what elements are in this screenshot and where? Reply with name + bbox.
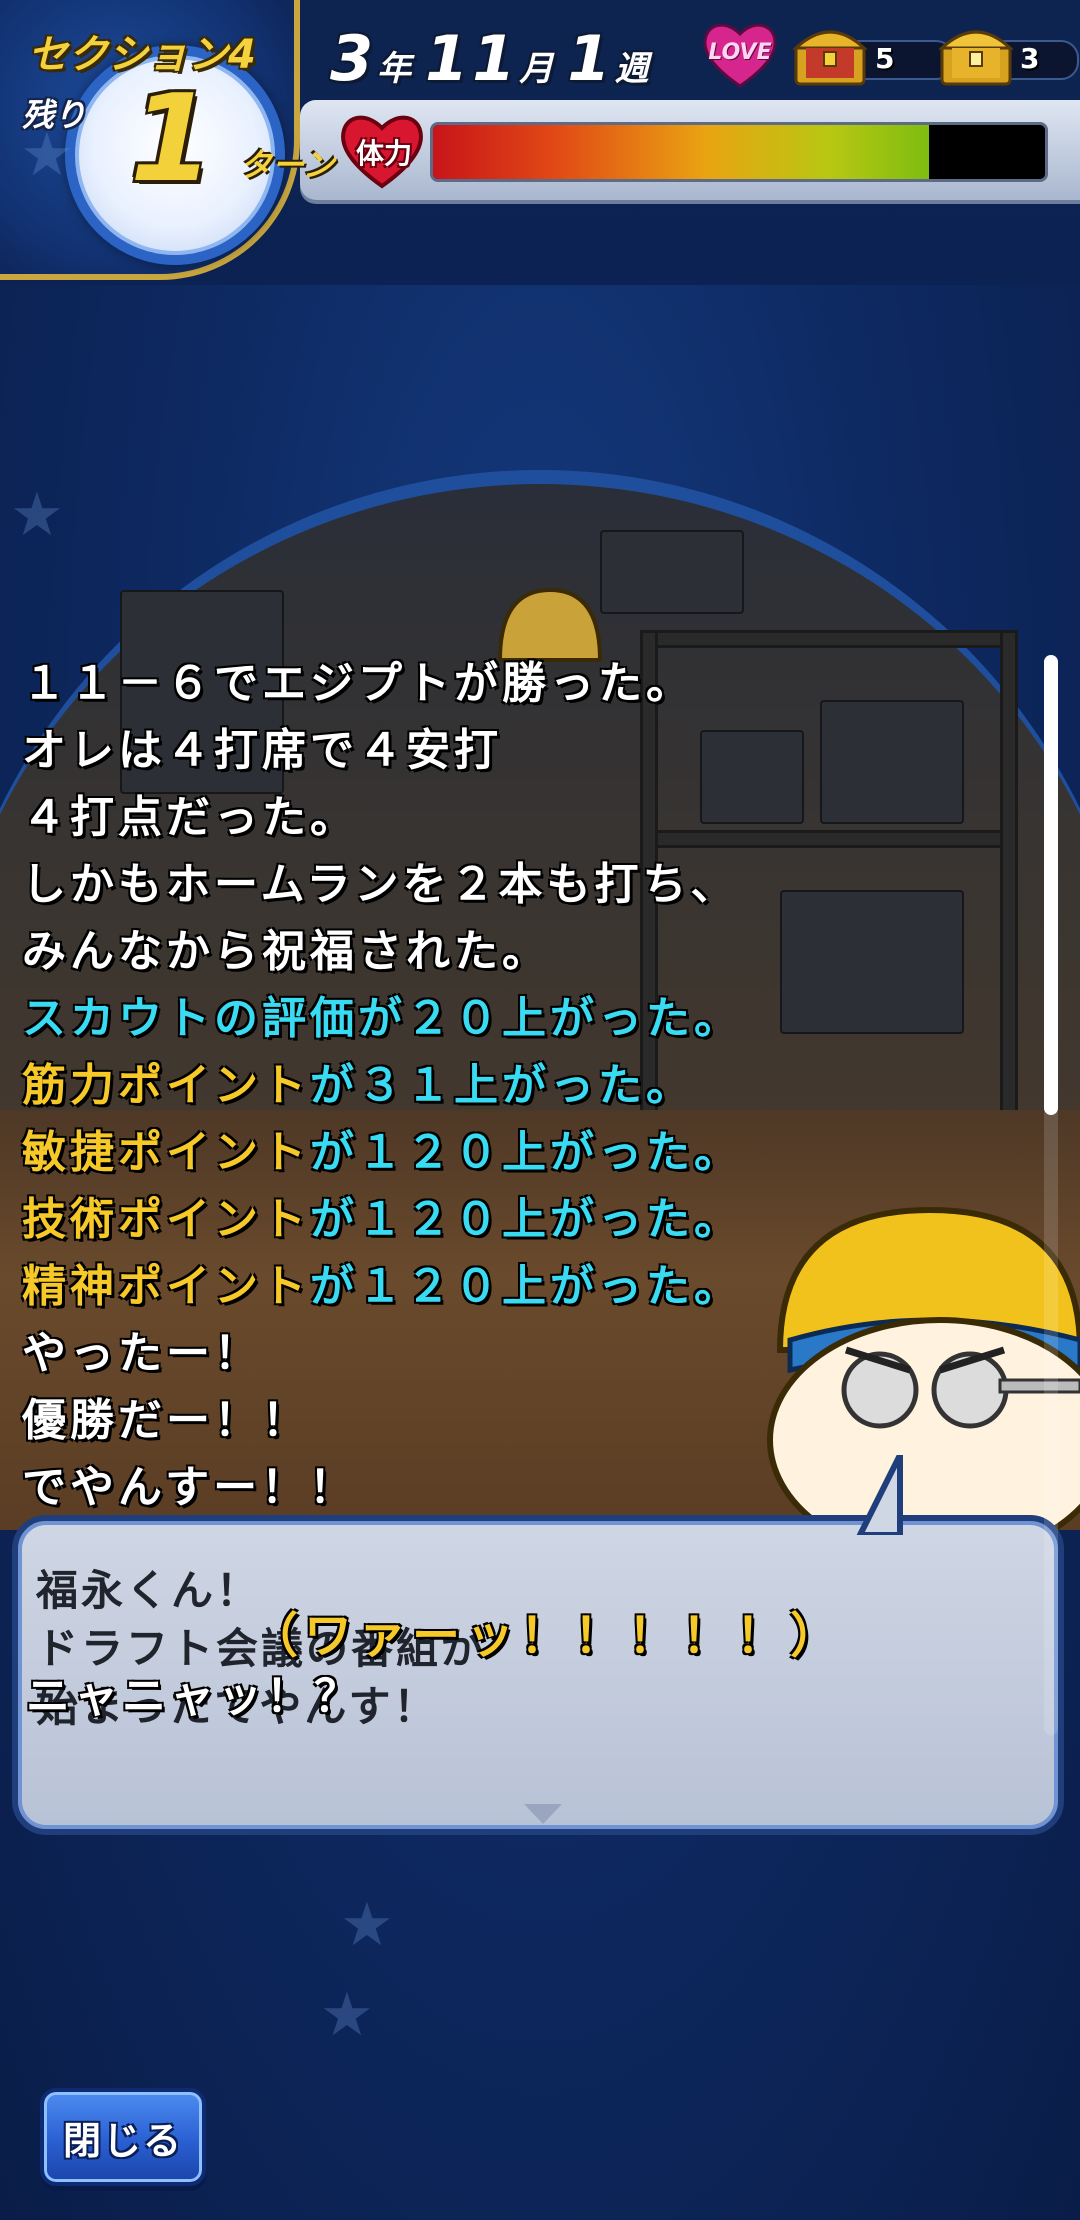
- story-log-line: 優勝だー！！: [22, 1395, 310, 1446]
- date-month: 11: [425, 22, 520, 95]
- turn-unit-label: ターン: [240, 146, 335, 184]
- stat-change-text: が３１上がった。: [310, 1060, 694, 1111]
- treasure-chest-icon: [938, 30, 1014, 86]
- highlighted-stat-name: スカウトの評価: [22, 993, 358, 1044]
- love-label: LOVE: [708, 40, 772, 65]
- star-decoration: ★: [20, 120, 74, 190]
- sound-effect-text: （ワァーッ！！！！！）: [250, 1608, 845, 1664]
- story-log-line: 敏捷ポイントが１２０上がった。: [22, 1119, 1022, 1186]
- highlighted-stat-name: 精神ポイント: [22, 1261, 310, 1312]
- overlay-exclamation: ニャニャッ！？: [26, 1671, 362, 1722]
- date-year-unit: 年: [377, 49, 412, 89]
- stamina-bar-fill: [433, 125, 929, 179]
- status-header: 体力 セクション4 残り 1 ターン 3 年 11 月 1 週 LOVE 5 3: [0, 0, 1080, 290]
- story-log-line: オレは４打席で４安打: [22, 725, 502, 776]
- next-arrow-icon: [524, 1804, 562, 1824]
- turns-remaining-value: 1: [130, 70, 214, 209]
- game-screen: 体力 セクション4 残り 1 ターン 3 年 11 月 1 週 LOVE 5 3…: [0, 0, 1080, 2220]
- calendar-date: 3 年 11 月 1 週: [330, 22, 663, 95]
- stat-change-text: が２０上がった。: [358, 993, 742, 1044]
- date-month-unit: 月: [519, 49, 554, 89]
- red-chest-count: 5: [875, 42, 895, 75]
- story-log-line: 技術ポイントが１２０上がった。: [22, 1186, 1022, 1253]
- gold-chest-count: 3: [1020, 42, 1040, 75]
- highlighted-stat-name: 技術ポイント: [22, 1194, 310, 1245]
- story-log-line: しかもホームランを２本も打ち、: [22, 859, 739, 910]
- treasure-chest-icon: [792, 30, 868, 86]
- stamina-bar: [430, 122, 1048, 182]
- stat-change-text: が１２０上がった。: [310, 1194, 742, 1245]
- close-button-label: 閉じる: [62, 2118, 183, 2163]
- stat-change-text: が１２０上がった。: [310, 1127, 742, 1178]
- highlighted-stat-name: 敏捷ポイント: [22, 1127, 310, 1178]
- shelf: [650, 630, 1016, 648]
- date-week-unit: 週: [614, 49, 649, 89]
- story-log-line: １１－６でエジプトが勝った。: [22, 658, 694, 709]
- star-decoration: ★: [10, 480, 64, 550]
- story-log-line: みんなから祝福された。: [22, 926, 550, 977]
- story-log-scrollbar[interactable]: [1044, 655, 1058, 1735]
- date-week: 1: [567, 22, 615, 95]
- stamina-panel: 体力: [300, 100, 1080, 200]
- stamina-label: 体力: [355, 137, 412, 170]
- story-log-scroll-thumb[interactable]: [1044, 655, 1058, 1115]
- stat-change-text: が１２０上がった。: [310, 1261, 742, 1312]
- story-log-line: 筋力ポイントが３１上がった。: [22, 1052, 1022, 1119]
- storage-box: [600, 530, 744, 614]
- story-log-line: ４打点だった。: [22, 792, 358, 843]
- story-log: １１－６でエジプトが勝った。 オレは４打席で４安打 ４打点だった。しかもホームランを…: [22, 650, 1022, 1521]
- story-log-line: でやんすー！！: [22, 1462, 358, 1513]
- story-log-line: スカウトの評価が２０上がった。: [22, 985, 1022, 1052]
- story-log-line: 精神ポイントが１２０上がった。: [22, 1253, 1022, 1320]
- highlighted-stat-name: 筋力ポイント: [22, 1060, 310, 1111]
- close-button[interactable]: 閉じる: [40, 2088, 206, 2186]
- star-decoration: ★: [340, 1890, 394, 1960]
- story-log-line: やったー！: [22, 1328, 262, 1379]
- star-decoration: ★: [320, 1980, 374, 2050]
- date-year: 3: [330, 22, 378, 95]
